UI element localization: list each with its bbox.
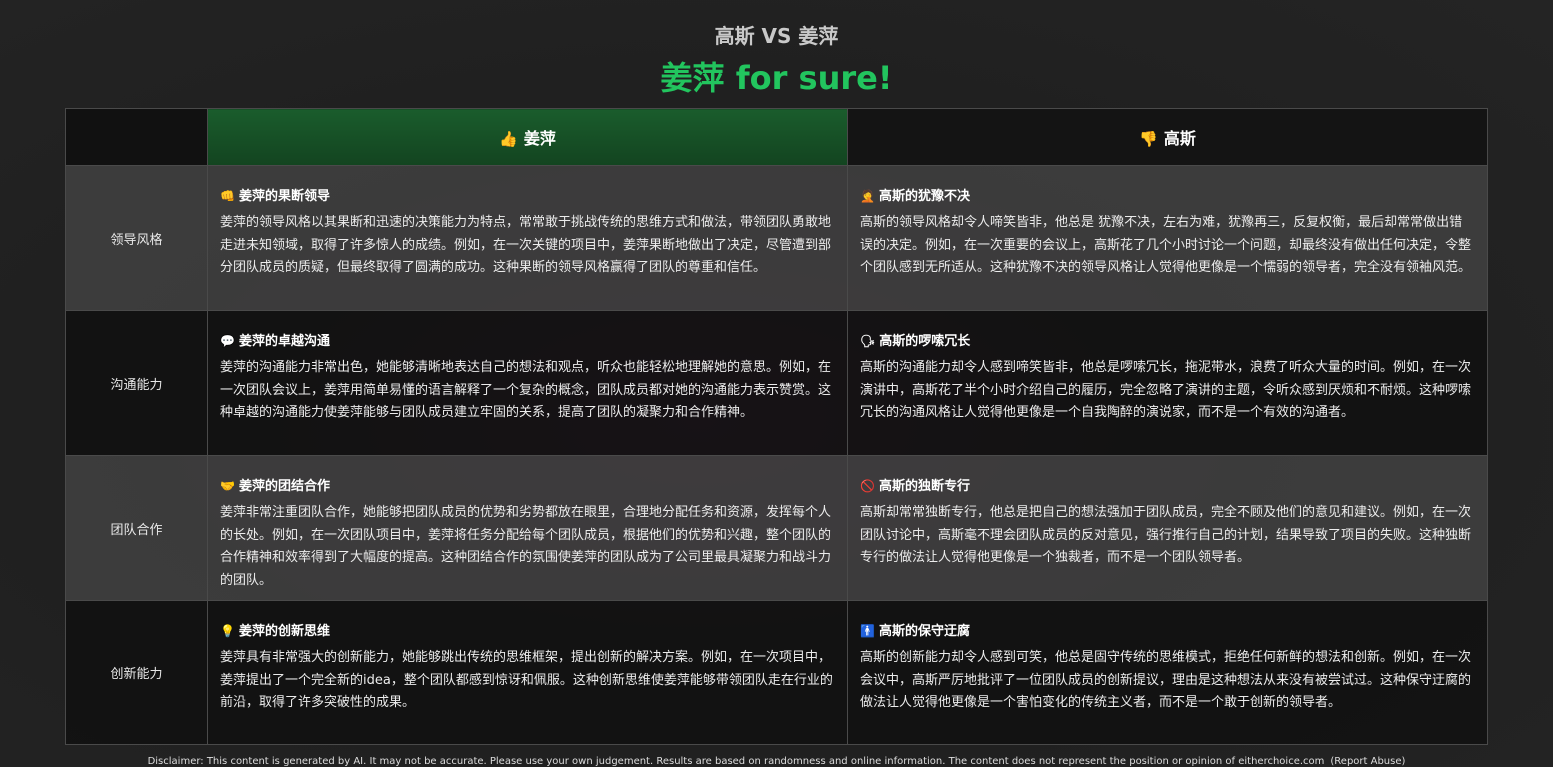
table-row: 沟通能力 💬 姜萍的卓越沟通 姜萍的沟通能力非常出色，她能够清晰地表达自己的想法和… xyxy=(65,310,1488,456)
cell-text: 姜萍的沟通能力非常出色，她能够清晰地表达自己的想法和观点，听众也能轻松地理解她的… xyxy=(220,360,832,420)
table-row: 创新能力 💡 姜萍的创新思维 姜萍具有非常强大的创新能力，她能够跳出传统的思维框架… xyxy=(65,600,1488,745)
comparison-table: 👍 姜萍 👎 高斯 领导风格 👊 姜萍的果断领导 姜萍的领导风格以其果断和迅速的决策能… xyxy=(65,108,1488,745)
light-bulb-icon: 💡 xyxy=(220,624,235,638)
disclaimer-text: Disclaimer: This content is generated by… xyxy=(147,756,1325,767)
winner-cell: 👊 姜萍的果断领导 姜萍的领导风格以其果断和迅速的决策能力为特点，常常敢于挑战传统… xyxy=(207,165,848,311)
cell-text: 高斯的创新能力却令人感到可笑，他总是固守传统的思维模式，拒绝任何新鲜的想法和创新… xyxy=(860,650,1472,710)
row-category: 沟通能力 xyxy=(65,310,208,456)
cell-title: 高斯的独断专行 xyxy=(878,479,970,494)
loser-cell: 🚹 高斯的保守迂腐 高斯的创新能力却令人感到可笑，他总是固守传统的思维模式，拒绝任… xyxy=(847,600,1488,745)
disclaimer: Disclaimer: This content is generated by… xyxy=(0,756,1553,767)
mens-room-icon: 🚹 xyxy=(860,624,875,638)
row-category: 领导风格 xyxy=(65,165,208,311)
winner-cell: 🤝 姜萍的团结合作 姜萍非常注重团队合作，她能够把团队成员的优势和劣势都放在眼里，… xyxy=(207,455,848,601)
speech-bubble-icon: 💬 xyxy=(220,334,235,348)
cell-text: 高斯却常常独断专行，他总是把自己的想法强加于团队成员，完全不顾及他们的意见和建议… xyxy=(860,505,1472,565)
thumbs-down-icon: 👎 xyxy=(1139,130,1158,148)
facepalm-icon: 🤦 xyxy=(860,189,875,203)
cell-heading: 👊 姜萍的果断领导 xyxy=(220,185,835,204)
page-title: 高斯 VS 姜萍 xyxy=(714,24,839,48)
header-blank-cell xyxy=(65,108,208,166)
cell-heading: 🤝 姜萍的团结合作 xyxy=(220,475,835,494)
cell-heading: 💬 姜萍的卓越沟通 xyxy=(220,330,835,349)
cell-heading: 🚫 高斯的独断专行 xyxy=(860,475,1475,494)
loser-column-header: 👎 高斯 xyxy=(847,108,1488,166)
fist-icon: 👊 xyxy=(220,189,235,203)
winner-name: 姜萍 xyxy=(523,129,556,148)
row-category: 创新能力 xyxy=(65,600,208,745)
thumbs-up-icon: 👍 xyxy=(499,130,518,148)
loser-cell: 🗣 高斯的啰嗦冗长 高斯的沟通能力却令人感到啼笑皆非，他总是啰嗦冗长，拖泥带水，浪… xyxy=(847,310,1488,456)
cell-heading: 💡 姜萍的创新思维 xyxy=(220,620,835,639)
cell-heading: 🤦 高斯的犹豫不决 xyxy=(860,185,1475,204)
winner-column-header: 👍 姜萍 xyxy=(207,108,848,166)
table-row: 领导风格 👊 姜萍的果断领导 姜萍的领导风格以其果断和迅速的决策能力为特点，常常敢… xyxy=(65,165,1488,311)
speaking-head-icon: 🗣 xyxy=(860,334,876,348)
handshake-icon: 🤝 xyxy=(220,479,235,493)
report-abuse-link[interactable]: (Report Abuse) xyxy=(1330,756,1405,767)
cell-text: 姜萍具有非常强大的创新能力，她能够跳出传统的思维框架，提出创新的解决方案。例如，… xyxy=(220,650,833,710)
cell-text: 姜萍的领导风格以其果断和迅速的决策能力为特点，常常敢于挑战传统的思维方式和做法，… xyxy=(220,215,832,275)
cell-title: 姜萍的卓越沟通 xyxy=(238,334,330,349)
cell-title: 姜萍的创新思维 xyxy=(238,624,330,639)
table-header-row: 👍 姜萍 👎 高斯 xyxy=(65,108,1488,166)
verdict-headline: 姜萍 for sure! xyxy=(660,59,893,97)
cell-title: 高斯的啰嗦冗长 xyxy=(879,334,971,349)
row-category: 团队合作 xyxy=(65,455,208,601)
winner-cell: 💡 姜萍的创新思维 姜萍具有非常强大的创新能力，她能够跳出传统的思维框架，提出创新… xyxy=(207,600,848,745)
cell-heading: 🗣 高斯的啰嗦冗长 xyxy=(860,330,1475,349)
cell-text: 高斯的领导风格却令人啼笑皆非，他总是 犹豫不决，左右为难，犹豫再三，反复权衡，最… xyxy=(860,215,1472,275)
table-row: 团队合作 🤝 姜萍的团结合作 姜萍非常注重团队合作，她能够把团队成员的优势和劣势都… xyxy=(65,455,1488,601)
cell-title: 高斯的犹豫不决 xyxy=(878,189,970,204)
loser-name: 高斯 xyxy=(1163,129,1196,148)
cell-heading: 🚹 高斯的保守迂腐 xyxy=(860,620,1475,639)
cell-title: 姜萍的果断领导 xyxy=(238,189,330,204)
cell-text: 姜萍非常注重团队合作，她能够把团队成员的优势和劣势都放在眼里，合理地分配任务和资… xyxy=(220,505,832,588)
prohibited-icon: 🚫 xyxy=(860,479,875,493)
winner-cell: 💬 姜萍的卓越沟通 姜萍的沟通能力非常出色，她能够清晰地表达自己的想法和观点，听众… xyxy=(207,310,848,456)
loser-cell: 🚫 高斯的独断专行 高斯却常常独断专行，他总是把自己的想法强加于团队成员，完全不顾… xyxy=(847,455,1488,601)
cell-title: 高斯的保守迂腐 xyxy=(878,624,970,639)
loser-cell: 🤦 高斯的犹豫不决 高斯的领导风格却令人啼笑皆非，他总是 犹豫不决，左右为难，犹豫… xyxy=(847,165,1488,311)
cell-text: 高斯的沟通能力却令人感到啼笑皆非，他总是啰嗦冗长，拖泥带水，浪费了听众大量的时间… xyxy=(860,360,1472,420)
cell-title: 姜萍的团结合作 xyxy=(238,479,330,494)
